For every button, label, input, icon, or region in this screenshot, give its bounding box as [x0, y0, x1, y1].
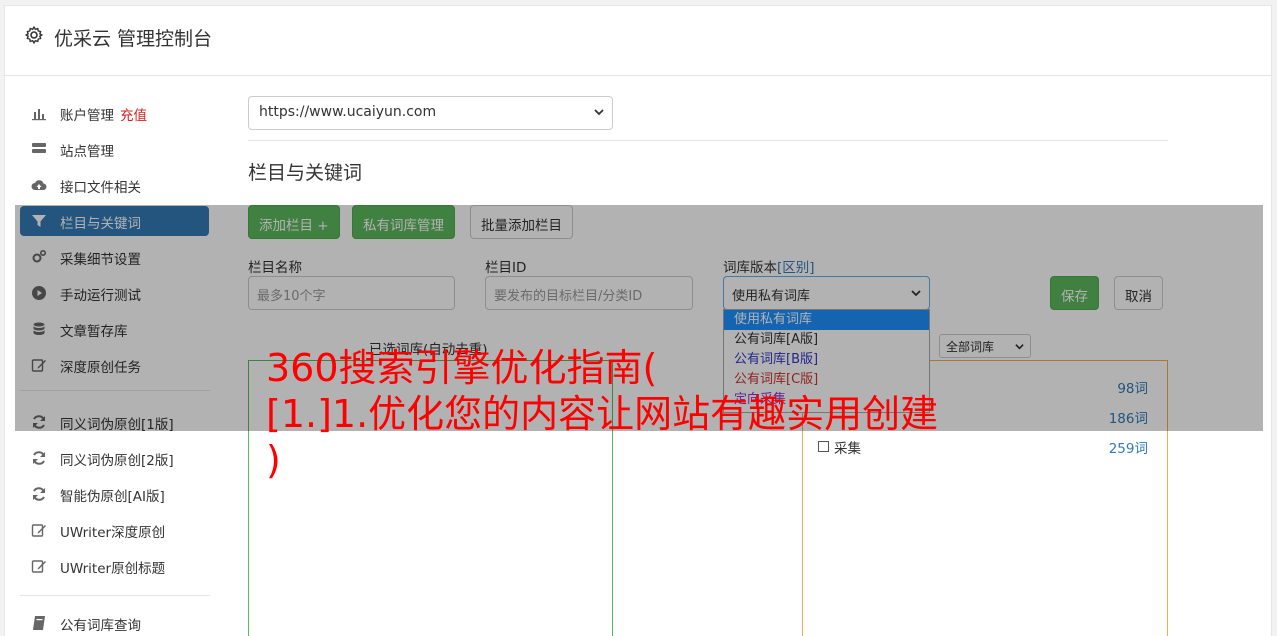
sidebar-item-label: 接口文件相关	[60, 180, 141, 196]
sidebar-item-label: UWriter深度原创	[60, 525, 166, 541]
recharge-link[interactable]: 充值	[120, 108, 147, 124]
chevron-down-icon	[594, 109, 604, 116]
bar-chart-icon	[32, 109, 46, 121]
server-icon	[32, 143, 46, 153]
sidebar-item-synonym-v2[interactable]: 同义词伪原创[2版]	[20, 443, 209, 473]
site-select-value: https://www.ucaiyun.com	[259, 104, 437, 120]
refresh-icon	[33, 487, 45, 501]
section-title: 栏目与关键词	[248, 162, 363, 184]
gear-icon	[25, 26, 43, 44]
divider	[248, 140, 1168, 141]
word-count: 259词	[1108, 441, 1148, 457]
sidebar-item-label: 站点管理	[60, 144, 114, 160]
sidebar-item-sites[interactable]: 站点管理	[20, 134, 209, 164]
book-icon	[33, 616, 45, 630]
sidebar-item-account[interactable]: 账户管理 充值	[20, 98, 209, 128]
sidebar-item-ai-pseudo[interactable]: 智能伪原创[AI版]	[20, 479, 209, 509]
sidebar-item-public-lexicon[interactable]: 公有词库查询	[20, 608, 209, 636]
refresh-icon	[33, 451, 45, 465]
sidebar-item-label: UWriter原创标题	[60, 561, 166, 577]
sidebar-item-label: 同义词伪原创[2版]	[60, 453, 174, 469]
sidebar-item-uwriter-deep[interactable]: UWriter深度原创	[20, 515, 209, 545]
edit-icon	[31, 524, 46, 537]
sidebar-item-label: 智能伪原创[AI版]	[60, 489, 165, 505]
sidebar-item-interface[interactable]: 接口文件相关	[20, 170, 209, 200]
sidebar-item-label: 账户管理	[60, 108, 114, 124]
sidebar-item-uwriter-title[interactable]: UWriter原创标题	[20, 551, 209, 581]
cloud-upload-icon	[31, 180, 47, 191]
overlay-title: 360搜索引擎优化指南( [1.]1.优化您的内容让网站有趣实用创建 )	[266, 346, 939, 482]
page-title: 优采云 管理控制台	[54, 28, 213, 50]
site-select[interactable]: https://www.ucaiyun.com	[248, 96, 613, 130]
edit-icon	[31, 560, 46, 573]
sidebar-divider	[20, 595, 210, 596]
sidebar-item-label: 公有词库查询	[60, 618, 141, 634]
